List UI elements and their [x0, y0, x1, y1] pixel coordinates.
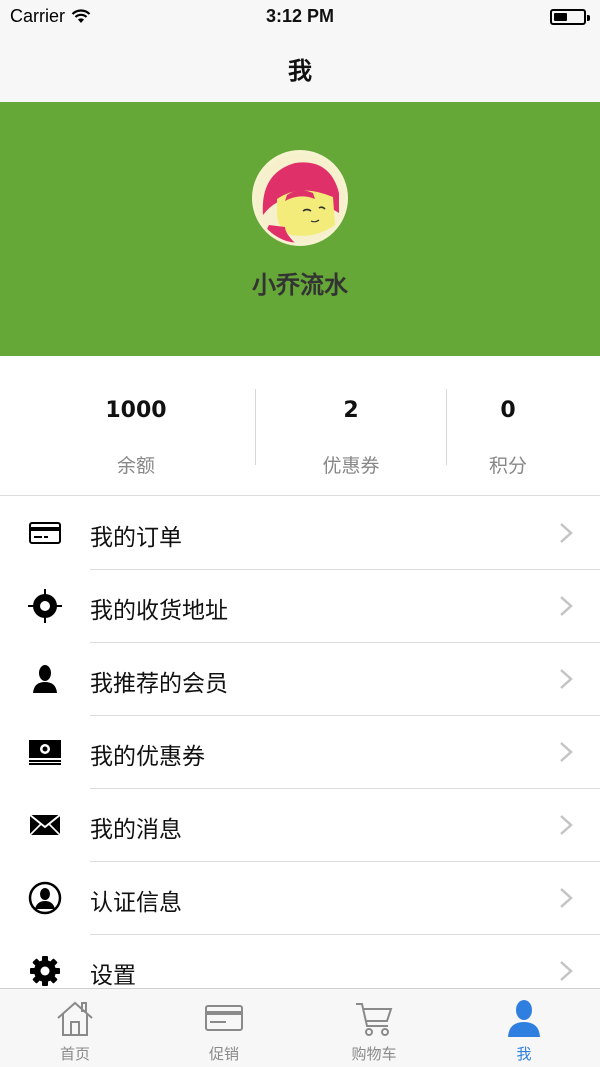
tab-bar: 首页 促销 购物车 我 [0, 988, 600, 1067]
battery-fill [554, 13, 567, 21]
menu-item-label: 我的消息 [90, 817, 182, 843]
menu-item-label: 我的收货地址 [90, 598, 228, 624]
cart-icon [356, 1003, 393, 1036]
status-bar: Carrier 3:12 PM [0, 0, 600, 34]
stat-label: 积分 [488, 455, 527, 477]
avatar-illustration [255, 153, 345, 243]
menu-item-referrals[interactable]: 我推荐的会员 [0, 643, 600, 716]
navigation-bar: 我 [0, 34, 600, 102]
user-circle-icon [28, 881, 62, 915]
stat-label: 优惠券 [322, 455, 380, 477]
menu-list: 我的订单 我的收货地址 我推荐的会员 我的优惠券 我的消息 认证信息 设置 [0, 497, 600, 1008]
tab-label: 购物车 [351, 1045, 397, 1063]
chevron-right-icon [560, 596, 573, 616]
chevron-right-icon [560, 669, 573, 689]
tab-label: 我 [516, 1045, 532, 1063]
home-icon [57, 1001, 93, 1036]
menu-item-messages[interactable]: 我的消息 [0, 789, 600, 862]
stat-label: 余额 [116, 455, 155, 477]
chevron-right-icon [560, 888, 573, 908]
stat-coupons[interactable]: 2 优惠券 [256, 356, 446, 496]
chevron-right-icon [560, 815, 573, 835]
credit-card-icon [28, 516, 62, 550]
envelope-icon [28, 808, 62, 842]
battery-icon [550, 9, 590, 25]
menu-item-address[interactable]: 我的收货地址 [0, 570, 600, 643]
profile-header: 小乔流水 [0, 102, 600, 356]
tab-promotions[interactable]: 促销 [174, 989, 274, 1067]
tab-cart[interactable]: 购物车 [324, 989, 424, 1067]
status-time: 3:12 PM [265, 6, 335, 26]
menu-item-label: 设置 [90, 963, 136, 989]
menu-item-coupons[interactable]: 我的优惠券 [0, 716, 600, 789]
username: 小乔流水 [252, 271, 348, 299]
stat-points[interactable]: 0 积分 [447, 356, 569, 496]
banknote-icon [28, 735, 62, 769]
card-icon [205, 1005, 243, 1031]
menu-item-label: 我推荐的会员 [90, 671, 228, 697]
menu-item-verification[interactable]: 认证信息 [0, 862, 600, 935]
menu-item-orders[interactable]: 我的订单 [0, 497, 600, 570]
chevron-right-icon [560, 961, 573, 981]
menu-item-label: 我的订单 [90, 525, 182, 551]
tab-label: 首页 [59, 1045, 90, 1063]
person-icon [508, 1000, 540, 1037]
menu-item-label: 我的优惠券 [90, 744, 205, 770]
chevron-right-icon [560, 742, 573, 762]
page-title: 我 [288, 56, 312, 85]
menu-item-label: 认证信息 [90, 890, 182, 916]
tab-me[interactable]: 我 [474, 989, 574, 1067]
chevron-right-icon [560, 523, 573, 543]
location-target-icon [28, 589, 62, 623]
person-icon [28, 662, 62, 696]
stat-value: 2 [343, 398, 359, 423]
account-stats: 1000 余额 2 优惠券 0 积分 [0, 356, 600, 496]
tab-label: 促销 [208, 1045, 239, 1063]
stat-value: 1000 [105, 398, 167, 423]
avatar[interactable] [252, 150, 348, 246]
stat-value: 0 [500, 398, 516, 423]
gear-icon [28, 954, 62, 988]
tab-home[interactable]: 首页 [25, 989, 125, 1067]
stat-balance[interactable]: 1000 余额 [36, 356, 236, 496]
